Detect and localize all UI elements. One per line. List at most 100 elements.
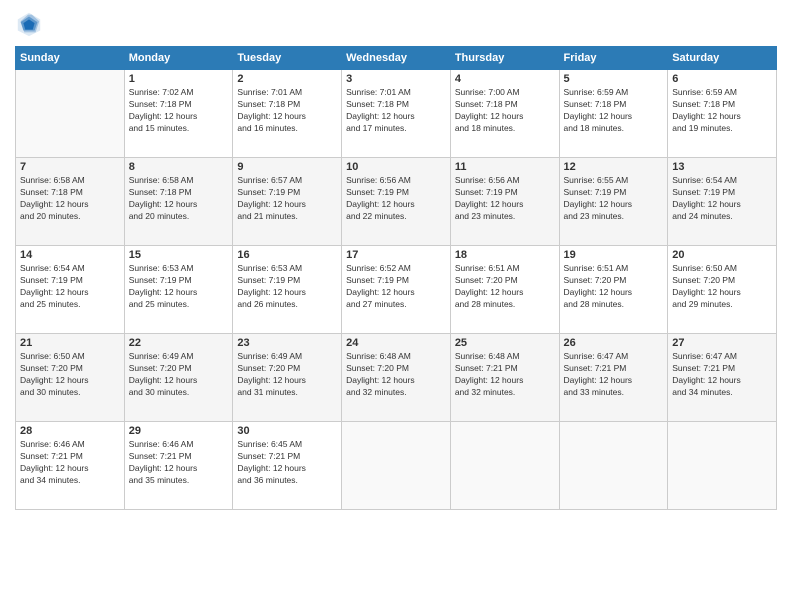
day-number: 27 (672, 337, 772, 349)
day-number: 9 (237, 161, 337, 173)
day-number: 28 (20, 425, 120, 437)
day-number: 12 (564, 161, 664, 173)
day-info: Sunrise: 6:48 AMSunset: 7:20 PMDaylight:… (346, 351, 446, 399)
col-wednesday: Wednesday (342, 47, 451, 70)
day-info: Sunrise: 6:47 AMSunset: 7:21 PMDaylight:… (564, 351, 664, 399)
day-info: Sunrise: 6:48 AMSunset: 7:21 PMDaylight:… (455, 351, 555, 399)
day-number: 23 (237, 337, 337, 349)
day-info: Sunrise: 6:51 AMSunset: 7:20 PMDaylight:… (455, 263, 555, 311)
calendar-cell: 17 Sunrise: 6:52 AMSunset: 7:19 PMDayligh… (342, 246, 451, 334)
day-info: Sunrise: 6:57 AMSunset: 7:19 PMDaylight:… (237, 175, 337, 223)
day-number: 24 (346, 337, 446, 349)
week-row-5: 28 Sunrise: 6:46 AMSunset: 7:21 PMDayligh… (16, 422, 777, 510)
day-info: Sunrise: 6:59 AMSunset: 7:18 PMDaylight:… (564, 87, 664, 135)
day-info: Sunrise: 6:45 AMSunset: 7:21 PMDaylight:… (237, 439, 337, 487)
day-number: 4 (455, 73, 555, 85)
col-tuesday: Tuesday (233, 47, 342, 70)
day-info: Sunrise: 6:46 AMSunset: 7:21 PMDaylight:… (129, 439, 229, 487)
day-number: 2 (237, 73, 337, 85)
day-info: Sunrise: 7:02 AMSunset: 7:18 PMDaylight:… (129, 87, 229, 135)
week-row-4: 21 Sunrise: 6:50 AMSunset: 7:20 PMDayligh… (16, 334, 777, 422)
calendar-cell: 7Sunrise: 6:58 AMSunset: 7:18 PMDaylight… (16, 158, 125, 246)
calendar-cell: 24 Sunrise: 6:48 AMSunset: 7:20 PMDayligh… (342, 334, 451, 422)
day-info: Sunrise: 6:49 AMSunset: 7:20 PMDaylight:… (237, 351, 337, 399)
calendar-cell: 9 Sunrise: 6:57 AMSunset: 7:19 PMDaylight… (233, 158, 342, 246)
day-number: 16 (237, 249, 337, 261)
day-number: 25 (455, 337, 555, 349)
day-info: Sunrise: 6:56 AMSunset: 7:19 PMDaylight:… (346, 175, 446, 223)
day-info: Sunrise: 6:59 AMSunset: 7:18 PMDaylight:… (672, 87, 772, 135)
page: Sunday Monday Tuesday Wednesday Thursday… (0, 0, 792, 612)
day-number: 5 (564, 73, 664, 85)
day-number: 22 (129, 337, 229, 349)
day-number: 3 (346, 73, 446, 85)
day-info: Sunrise: 6:46 AMSunset: 7:21 PMDaylight:… (20, 439, 120, 487)
day-info: Sunrise: 6:56 AMSunset: 7:19 PMDaylight:… (455, 175, 555, 223)
calendar-cell: 16 Sunrise: 6:53 AMSunset: 7:19 PMDayligh… (233, 246, 342, 334)
header (15, 10, 777, 38)
calendar-cell: 6 Sunrise: 6:59 AMSunset: 7:18 PMDaylight… (668, 70, 777, 158)
day-number: 14 (20, 249, 120, 261)
day-number: 6 (672, 73, 772, 85)
day-info: Sunrise: 6:53 AMSunset: 7:19 PMDaylight:… (129, 263, 229, 311)
day-number: 26 (564, 337, 664, 349)
calendar-cell (559, 422, 668, 510)
day-number: 10 (346, 161, 446, 173)
day-info: Sunrise: 6:52 AMSunset: 7:19 PMDaylight:… (346, 263, 446, 311)
day-info: Sunrise: 6:49 AMSunset: 7:20 PMDaylight:… (129, 351, 229, 399)
day-number: 13 (672, 161, 772, 173)
calendar-cell: 11 Sunrise: 6:56 AMSunset: 7:19 PMDayligh… (450, 158, 559, 246)
calendar-cell: 1 Sunrise: 7:02 AMSunset: 7:18 PMDaylight… (124, 70, 233, 158)
calendar-cell: 3Sunrise: 7:01 AMSunset: 7:18 PMDaylight… (342, 70, 451, 158)
day-info: Sunrise: 6:54 AMSunset: 7:19 PMDaylight:… (672, 175, 772, 223)
day-number: 17 (346, 249, 446, 261)
col-sunday: Sunday (16, 47, 125, 70)
day-info: Sunrise: 6:50 AMSunset: 7:20 PMDaylight:… (672, 263, 772, 311)
day-info: Sunrise: 6:51 AMSunset: 7:20 PMDaylight:… (564, 263, 664, 311)
calendar-cell (342, 422, 451, 510)
calendar-cell (16, 70, 125, 158)
calendar-cell: 20 Sunrise: 6:50 AMSunset: 7:20 PMDayligh… (668, 246, 777, 334)
logo-icon (15, 10, 43, 38)
day-info: Sunrise: 6:58 AMSunset: 7:18 PMDaylight:… (129, 175, 229, 223)
calendar-cell: 15Sunrise: 6:53 AMSunset: 7:19 PMDayligh… (124, 246, 233, 334)
calendar-table: Sunday Monday Tuesday Wednesday Thursday… (15, 46, 777, 510)
day-info: Sunrise: 7:01 AMSunset: 7:18 PMDaylight:… (237, 87, 337, 135)
col-friday: Friday (559, 47, 668, 70)
col-saturday: Saturday (668, 47, 777, 70)
calendar-cell: 25 Sunrise: 6:48 AMSunset: 7:21 PMDayligh… (450, 334, 559, 422)
calendar-cell: 26 Sunrise: 6:47 AMSunset: 7:21 PMDayligh… (559, 334, 668, 422)
col-thursday: Thursday (450, 47, 559, 70)
day-number: 20 (672, 249, 772, 261)
calendar-cell: 28 Sunrise: 6:46 AMSunset: 7:21 PMDayligh… (16, 422, 125, 510)
day-number: 8 (129, 161, 229, 173)
calendar-cell: 2 Sunrise: 7:01 AMSunset: 7:18 PMDaylight… (233, 70, 342, 158)
calendar-cell: 29 Sunrise: 6:46 AMSunset: 7:21 PMDayligh… (124, 422, 233, 510)
day-info: Sunrise: 6:54 AMSunset: 7:19 PMDaylight:… (20, 263, 120, 311)
calendar-cell: 4 Sunrise: 7:00 AMSunset: 7:18 PMDaylight… (450, 70, 559, 158)
day-info: Sunrise: 7:00 AMSunset: 7:18 PMDaylight:… (455, 87, 555, 135)
day-info: Sunrise: 6:58 AMSunset: 7:18 PMDaylight:… (20, 175, 120, 223)
day-info: Sunrise: 6:55 AMSunset: 7:19 PMDaylight:… (564, 175, 664, 223)
day-number: 19 (564, 249, 664, 261)
day-number: 1 (129, 73, 229, 85)
week-row-1: 1 Sunrise: 7:02 AMSunset: 7:18 PMDaylight… (16, 70, 777, 158)
day-number: 21 (20, 337, 120, 349)
logo (15, 10, 47, 38)
calendar-cell: 27Sunrise: 6:47 AMSunset: 7:21 PMDayligh… (668, 334, 777, 422)
week-row-3: 14 Sunrise: 6:54 AMSunset: 7:19 PMDayligh… (16, 246, 777, 334)
calendar-cell: 13 Sunrise: 6:54 AMSunset: 7:19 PMDayligh… (668, 158, 777, 246)
day-number: 29 (129, 425, 229, 437)
day-info: Sunrise: 6:50 AMSunset: 7:20 PMDaylight:… (20, 351, 120, 399)
calendar-cell: 14 Sunrise: 6:54 AMSunset: 7:19 PMDayligh… (16, 246, 125, 334)
calendar-cell: 21 Sunrise: 6:50 AMSunset: 7:20 PMDayligh… (16, 334, 125, 422)
calendar-cell: 30Sunrise: 6:45 AMSunset: 7:21 PMDayligh… (233, 422, 342, 510)
calendar-cell: 12 Sunrise: 6:55 AMSunset: 7:19 PMDayligh… (559, 158, 668, 246)
calendar-cell: 22 Sunrise: 6:49 AMSunset: 7:20 PMDayligh… (124, 334, 233, 422)
day-info: Sunrise: 6:53 AMSunset: 7:19 PMDaylight:… (237, 263, 337, 311)
col-monday: Monday (124, 47, 233, 70)
calendar-cell: 8 Sunrise: 6:58 AMSunset: 7:18 PMDaylight… (124, 158, 233, 246)
calendar-cell: 18 Sunrise: 6:51 AMSunset: 7:20 PMDayligh… (450, 246, 559, 334)
day-number: 18 (455, 249, 555, 261)
day-number: 11 (455, 161, 555, 173)
